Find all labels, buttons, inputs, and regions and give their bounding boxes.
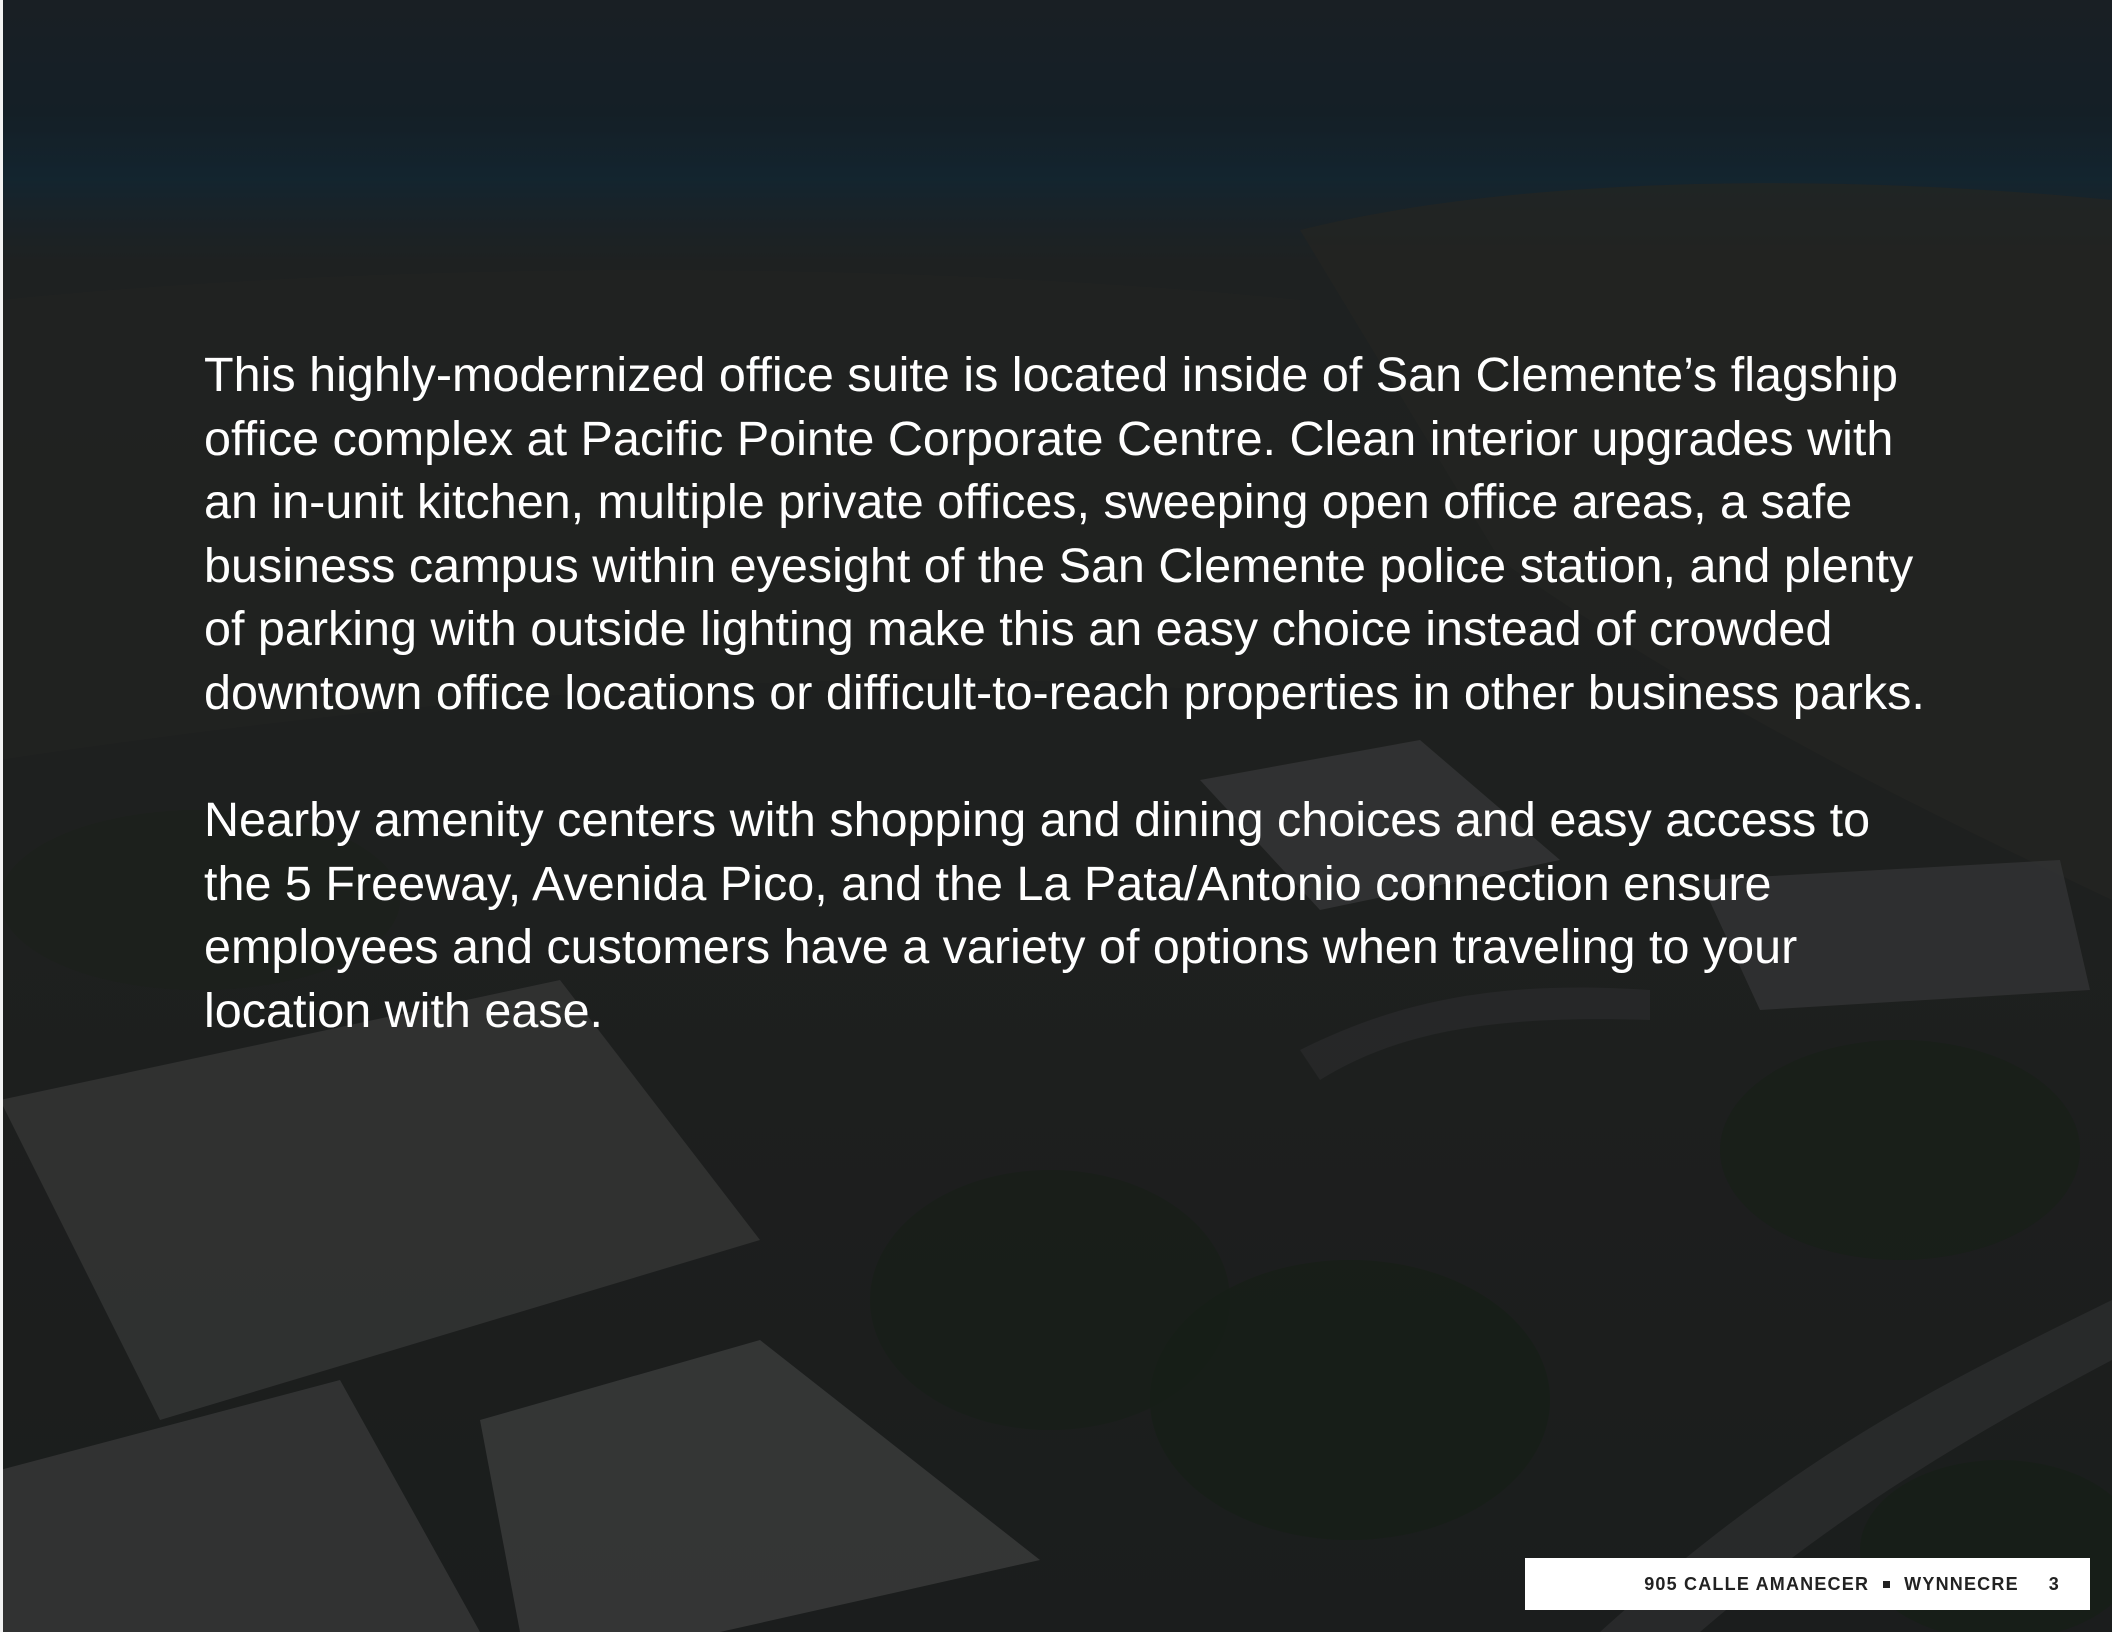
paragraph-intro: This highly-modernized office suite is l… <box>204 348 1925 720</box>
body-text: This highly-modernized office suite is l… <box>204 344 1934 1107</box>
page-number: 3 <box>2048 1573 2060 1594</box>
page-edge-divider <box>0 0 3 1632</box>
brochure-page: This highly-modernized office suite is l… <box>0 0 2112 1632</box>
footer-brand: WYNNECRE <box>1904 1573 2019 1594</box>
footer-label: 905 CALLE AMANECER WYNNECRE 3 <box>1525 1558 2090 1610</box>
square-separator-icon <box>1883 1580 1891 1588</box>
paragraph-location: Nearby amenity centers with shopping and… <box>204 793 1871 1038</box>
footer-address: 905 CALLE AMANECER <box>1644 1573 1870 1594</box>
